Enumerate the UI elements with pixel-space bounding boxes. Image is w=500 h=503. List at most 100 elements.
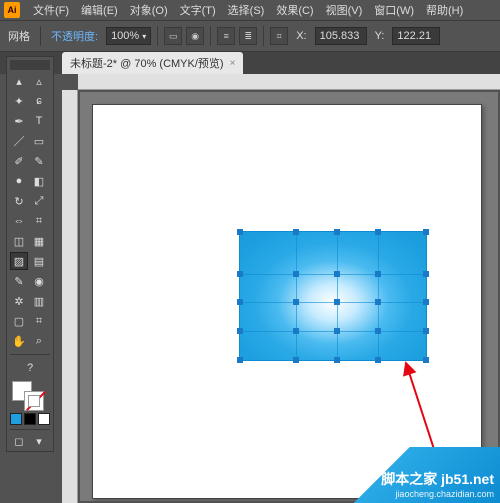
toolbox-handle[interactable]	[10, 60, 50, 70]
mesh-anchor[interactable]	[293, 299, 299, 305]
fill-stroke-swatch[interactable]	[10, 381, 50, 409]
menu-select[interactable]: 选择(S)	[223, 0, 270, 20]
options-bar: 网格 不透明度: 100% ▭ ◉ ≡ ≣ ⌗ X: 105.833 Y: 12…	[0, 20, 500, 52]
blend-tool[interactable]: ◉	[30, 272, 48, 290]
slice-tool[interactable]: ⌗	[30, 312, 48, 330]
mesh-anchor[interactable]	[237, 271, 243, 277]
hand-tool[interactable]: ✋	[10, 332, 28, 350]
mesh-anchor[interactable]	[375, 357, 381, 363]
y-field[interactable]: 122.21	[392, 27, 440, 45]
color-chip[interactable]	[38, 413, 50, 425]
mesh-tool[interactable]: ▨	[10, 252, 28, 270]
pen-tool[interactable]: ✒	[10, 112, 28, 130]
mesh-anchor[interactable]	[334, 328, 340, 334]
direct-selection-tool[interactable]: ▵	[30, 72, 48, 90]
mesh-anchor[interactable]	[375, 328, 381, 334]
menu-effect[interactable]: 效果(C)	[271, 0, 318, 20]
selection-tool[interactable]: ▴	[10, 72, 28, 90]
mesh-anchor[interactable]	[237, 357, 243, 363]
pencil-tool[interactable]: ✎	[30, 152, 48, 170]
mesh-anchor[interactable]	[423, 271, 429, 277]
tab-title: 未标题-2* @ 70% (CMYK/预览)	[70, 55, 224, 71]
stroke-swatch[interactable]	[24, 391, 44, 411]
mesh-anchor[interactable]	[375, 271, 381, 277]
canvas-area[interactable]	[80, 92, 498, 501]
opacity-label: 不透明度:	[47, 26, 102, 46]
artboard[interactable]	[92, 104, 482, 499]
mesh-anchor[interactable]	[423, 299, 429, 305]
mesh-anchor[interactable]	[334, 229, 340, 235]
eraser-tool[interactable]: ◧	[30, 172, 48, 190]
magic-wand-tool[interactable]: ✦	[10, 92, 28, 110]
menu-view[interactable]: 视图(V)	[321, 0, 368, 20]
rectangle-tool[interactable]: ▭	[30, 132, 48, 150]
color-chip[interactable]	[10, 413, 22, 425]
menu-help[interactable]: 帮助(H)	[421, 0, 468, 20]
mesh-anchor[interactable]	[237, 328, 243, 334]
mesh-gridline	[296, 232, 297, 360]
line-tool[interactable]: ／	[10, 132, 28, 150]
mesh-gridline	[337, 232, 338, 360]
separator	[263, 26, 264, 46]
artboard-tool[interactable]: ▢	[10, 312, 28, 330]
mesh-anchor[interactable]	[375, 229, 381, 235]
menu-file[interactable]: 文件(F)	[28, 0, 74, 20]
mesh-anchor[interactable]	[237, 299, 243, 305]
document-tab[interactable]: 未标题-2* @ 70% (CMYK/预览) ×	[62, 52, 243, 74]
perspective-tool[interactable]: ▦	[30, 232, 48, 250]
transform-icon[interactable]: ⌗	[270, 27, 288, 45]
rotate-tool[interactable]: ↻	[10, 192, 28, 210]
menu-edit[interactable]: 编辑(E)	[76, 0, 123, 20]
mesh-anchor[interactable]	[293, 271, 299, 277]
x-field[interactable]: 105.833	[315, 27, 367, 45]
blob-brush-tool[interactable]: ●	[10, 172, 28, 190]
zoom-tool[interactable]: ⌕	[30, 332, 48, 350]
shape-builder-tool[interactable]: ◫	[10, 232, 28, 250]
screen-mode-icon[interactable]: ◻	[10, 434, 28, 448]
mesh-anchor[interactable]	[334, 357, 340, 363]
column-graph-tool[interactable]: ▥	[30, 292, 48, 310]
scale-tool[interactable]: ⤢	[30, 192, 48, 210]
eyedropper-tool[interactable]: ✎	[10, 272, 28, 290]
mesh-anchor[interactable]	[334, 271, 340, 277]
separator	[157, 26, 158, 46]
align-icon[interactable]: ≡	[217, 27, 235, 45]
ruler-horizontal[interactable]	[78, 74, 500, 90]
mesh-anchor[interactable]	[293, 229, 299, 235]
mesh-anchor[interactable]	[423, 357, 429, 363]
symbol-sprayer-tool[interactable]: ✲	[10, 292, 28, 310]
unknown-tool[interactable]: ?	[10, 359, 50, 377]
color-chip[interactable]	[24, 413, 36, 425]
type-tool[interactable]: T	[30, 112, 48, 130]
mesh-anchor[interactable]	[375, 299, 381, 305]
watermark-line1: 脚本之家 jb51.net	[381, 469, 494, 489]
watermark-line2: jiaocheng.chazidian.com	[395, 489, 494, 499]
menu-object[interactable]: 对象(O)	[125, 0, 173, 20]
stroke-align-icon[interactable]: ▭	[164, 27, 182, 45]
mesh-anchor[interactable]	[293, 357, 299, 363]
change-screen-icon[interactable]: ▾	[30, 434, 48, 448]
mesh-anchor[interactable]	[334, 299, 340, 305]
mesh-anchor[interactable]	[423, 328, 429, 334]
mesh-anchor[interactable]	[293, 328, 299, 334]
menu-type[interactable]: 文字(T)	[175, 0, 221, 20]
app-logo-icon: Ai	[4, 2, 20, 18]
color-row	[10, 413, 50, 425]
mesh-object[interactable]	[239, 231, 427, 361]
lasso-tool[interactable]: ɕ	[30, 92, 48, 110]
gradient-tool[interactable]: ▤	[30, 252, 48, 270]
document-tab-bar: 未标题-2* @ 70% (CMYK/预览) ×	[0, 52, 500, 74]
menu-window[interactable]: 窗口(W)	[369, 0, 419, 20]
opacity-field[interactable]: 100%	[106, 27, 151, 45]
width-tool[interactable]: ⇔	[10, 212, 28, 230]
free-transform-tool[interactable]: ⌗	[30, 212, 48, 230]
options-left-label: 网格	[4, 26, 34, 46]
mesh-gridline	[378, 232, 379, 360]
recolor-icon[interactable]: ◉	[186, 27, 204, 45]
ruler-vertical[interactable]	[62, 90, 78, 503]
close-icon[interactable]: ×	[230, 58, 236, 69]
mesh-anchor[interactable]	[237, 229, 243, 235]
mesh-anchor[interactable]	[423, 229, 429, 235]
align-icon[interactable]: ≣	[239, 27, 257, 45]
paintbrush-tool[interactable]: ✐	[10, 152, 28, 170]
